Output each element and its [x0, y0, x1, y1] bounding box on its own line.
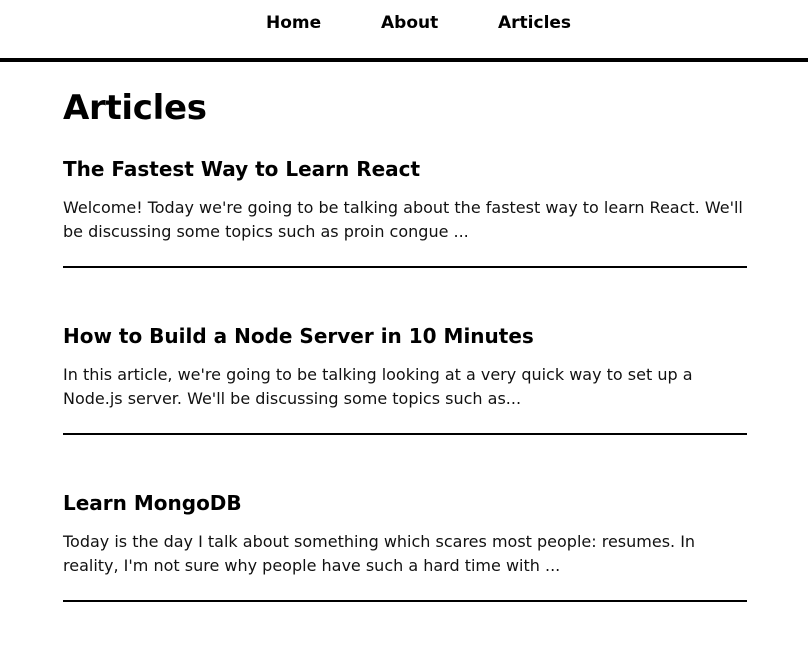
article-title-link[interactable]: How to Build a Node Server in 10 Minutes — [63, 323, 747, 349]
article-divider — [63, 600, 747, 602]
page-title: Articles — [63, 88, 207, 128]
article-excerpt: In this article, we're going to be talki… — [63, 365, 693, 408]
article-title-link[interactable]: Learn MongoDB — [63, 490, 747, 516]
article-item: How to Build a Node Server in 10 Minutes… — [63, 323, 747, 435]
nav-link-home[interactable]: Home — [266, 12, 321, 34]
nav-link-about[interactable]: About — [381, 12, 438, 34]
article-divider — [63, 266, 747, 268]
article-title-link[interactable]: The Fastest Way to Learn React — [63, 156, 747, 182]
article-excerpt: Welcome! Today we're going to be talking… — [63, 198, 743, 241]
article-item: Learn MongoDB Today is the day I talk ab… — [63, 490, 747, 602]
top-navigation: Home About Articles — [0, 0, 808, 62]
article-excerpt: Today is the day I talk about something … — [63, 532, 696, 575]
article-divider — [63, 433, 747, 435]
article-item: The Fastest Way to Learn React Welcome! … — [63, 156, 747, 268]
nav-link-articles[interactable]: Articles — [498, 12, 571, 34]
